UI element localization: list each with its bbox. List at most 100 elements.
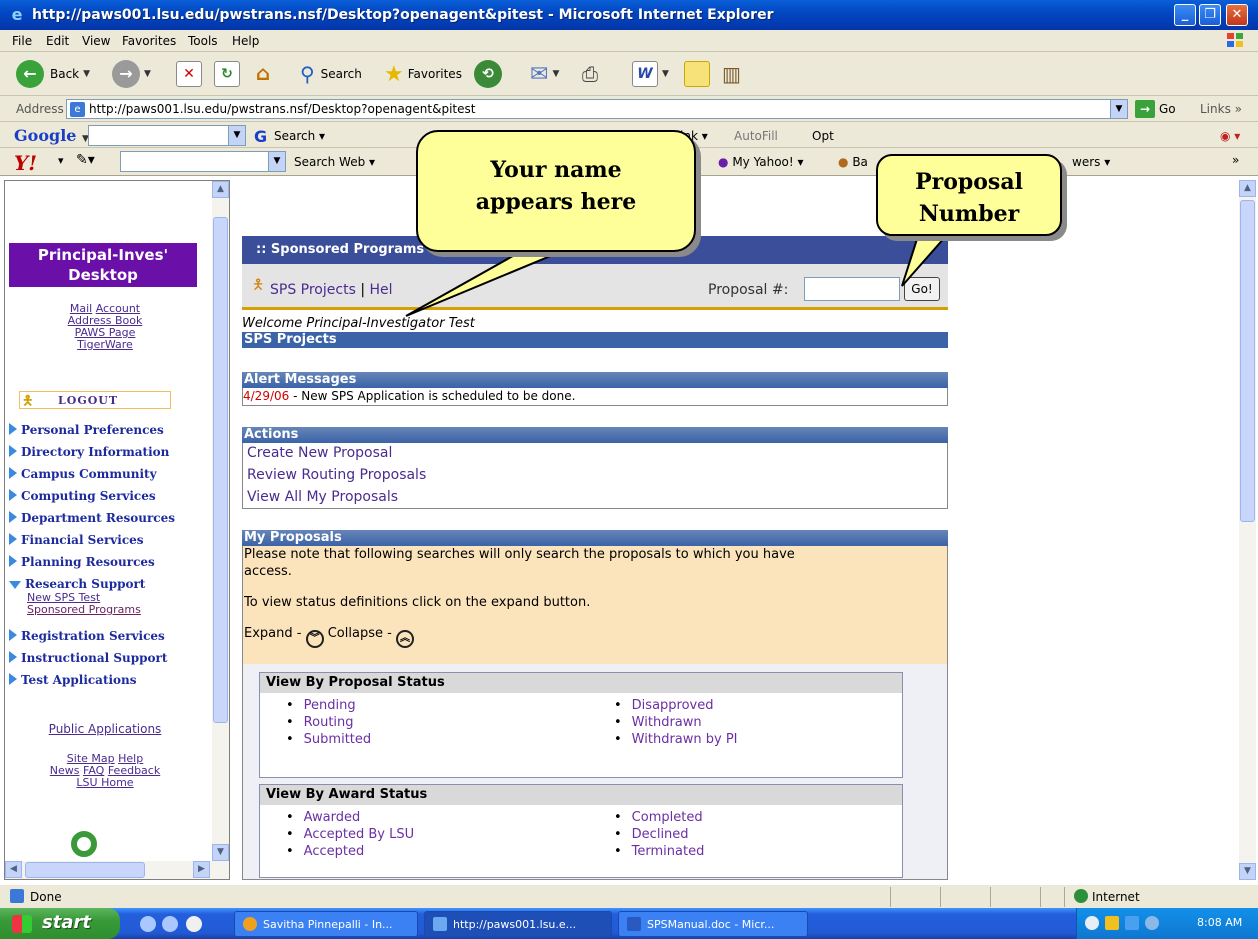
scroll-left-icon[interactable]: ◀	[5, 861, 22, 878]
menu-file[interactable]: File	[12, 34, 32, 48]
menu-edit[interactable]: Edit	[46, 34, 69, 48]
tray-security-icon[interactable]	[1105, 916, 1119, 930]
menu-tools[interactable]: Tools	[188, 34, 218, 48]
favorites-button[interactable]: ★ Favorites	[384, 58, 462, 90]
tigerware-link[interactable]: TigerWare	[77, 338, 133, 351]
terminated-link[interactable]: Terminated	[614, 843, 705, 860]
menu-view[interactable]: View	[82, 34, 110, 48]
print-button[interactable]: ⎙	[582, 58, 598, 90]
view-all-my-proposals-link[interactable]: View All My Proposals	[247, 489, 398, 505]
expand-icon[interactable]: ︾	[305, 630, 324, 648]
history-button[interactable]: ⟲	[474, 58, 502, 90]
nav-planning-resources[interactable]: Planning Resources	[9, 555, 155, 569]
mail-button[interactable]: ✉ ▼	[530, 58, 559, 90]
nav-department-resources[interactable]: Department Resources	[9, 511, 175, 525]
sponsored-programs-link[interactable]: Sponsored Programs	[27, 603, 141, 616]
submitted-link[interactable]: Submitted	[286, 731, 371, 748]
scroll-thumb[interactable]	[213, 217, 228, 723]
task-savitha[interactable]: Savitha Pinnepalli - In...	[234, 911, 418, 937]
search-button[interactable]: ⚲ Search	[300, 58, 362, 90]
home-button[interactable]: ⌂	[250, 58, 276, 90]
collapse-icon[interactable]: ︽	[395, 630, 414, 648]
edit-button[interactable]: W ▼	[632, 58, 669, 90]
tray-arrow-icon[interactable]	[1085, 916, 1099, 930]
news-link[interactable]: News	[50, 764, 80, 777]
chevron-down-icon[interactable]: ▼	[1110, 100, 1127, 118]
menu-help[interactable]: Help	[232, 34, 259, 48]
forward-button[interactable]: → ▼	[112, 58, 151, 90]
stop-button[interactable]: ✕	[176, 58, 202, 90]
my-yahoo-button[interactable]: ● My Yahoo! ▾	[718, 155, 804, 169]
accepted-by-lsu-link[interactable]: Accepted By LSU	[286, 826, 414, 843]
research-button[interactable]: ▥	[722, 58, 741, 90]
lsu-home-link[interactable]: LSU Home	[76, 776, 133, 789]
minimize-button[interactable]: _	[1174, 4, 1196, 26]
ba-button[interactable]: ● Ba	[838, 155, 868, 169]
routing-link[interactable]: Routing	[286, 714, 371, 731]
proposal-number-input[interactable]	[804, 277, 900, 301]
task-spsmanual[interactable]: SPSManual.doc - Micr...	[618, 911, 808, 937]
go-button[interactable]: → Go	[1135, 100, 1176, 118]
withdrawn-by-pi-link[interactable]: Withdrawn by PI	[614, 731, 738, 748]
options-button[interactable]: Opt	[812, 129, 834, 143]
links-button[interactable]: Links »	[1200, 102, 1242, 116]
scroll-thumb[interactable]	[1240, 200, 1255, 522]
menu-favorites[interactable]: Favorites	[122, 34, 176, 48]
review-routing-proposals-link[interactable]: Review Routing Proposals	[247, 467, 426, 483]
withdrawn-link[interactable]: Withdrawn	[614, 714, 738, 731]
chevron-down-icon[interactable]: ▼	[268, 152, 285, 171]
nav-instructional-support[interactable]: Instructional Support	[9, 651, 167, 665]
create-new-proposal-link[interactable]: Create New Proposal	[247, 445, 392, 461]
nav-registration-services[interactable]: Registration Services	[9, 629, 165, 643]
left-vertical-scrollbar[interactable]: ▲ ▼	[212, 181, 229, 861]
close-button[interactable]: ✕	[1226, 4, 1248, 26]
google-logo[interactable]: Google ▼	[14, 126, 89, 145]
scroll-up-icon[interactable]: ▲	[1239, 180, 1256, 197]
autofill-button[interactable]: AutoFill	[734, 129, 778, 143]
maximize-button[interactable]: ❐	[1199, 4, 1221, 26]
pencil-icon[interactable]: ✎▾	[76, 152, 95, 168]
completed-link[interactable]: Completed	[614, 809, 704, 826]
chevron-down-icon[interactable]: ▾	[58, 154, 64, 167]
scroll-up-icon[interactable]: ▲	[212, 181, 229, 198]
notes-button[interactable]	[684, 58, 710, 90]
quicklaunch-media-icon[interactable]	[186, 916, 202, 932]
task-paws[interactable]: http://paws001.lsu.e...	[424, 911, 612, 937]
scroll-right-icon[interactable]: ▶	[193, 861, 210, 878]
search-web-button[interactable]: Search Web ▾	[294, 155, 375, 169]
back-button[interactable]: ← Back ▼	[16, 58, 90, 90]
quicklaunch-ie-icon[interactable]	[140, 916, 156, 932]
scroll-down-icon[interactable]: ▼	[1239, 863, 1256, 880]
scroll-thumb[interactable]	[25, 862, 145, 878]
disapproved-link[interactable]: Disapproved	[614, 697, 738, 714]
nav-personal-preferences[interactable]: Personal Preferences	[9, 423, 164, 437]
nav-computing-services[interactable]: Computing Services	[9, 489, 156, 503]
nav-directory-information[interactable]: Directory Information	[9, 445, 169, 459]
public-applications-link[interactable]: Public Applications	[49, 722, 162, 736]
nav-campus-community[interactable]: Campus Community	[9, 467, 157, 481]
logout-button[interactable]: 🯅 LOGOUT	[19, 391, 171, 409]
accepted-link[interactable]: Accepted	[286, 843, 414, 860]
yahoo-logo[interactable]: Y!	[14, 151, 37, 175]
start-button[interactable]: start	[0, 908, 120, 939]
tray-network-icon[interactable]	[1125, 916, 1139, 930]
nav-test-applications[interactable]: Test Applications	[9, 673, 137, 687]
answers-button[interactable]: wers ▾	[1072, 155, 1110, 169]
pending-link[interactable]: Pending	[286, 697, 371, 714]
sps-projects-link[interactable]: SPS Projects	[270, 282, 356, 298]
chevron-down-icon[interactable]: ▼	[228, 126, 245, 145]
tray-messenger-icon[interactable]	[1145, 916, 1159, 930]
yahoo-search-input[interactable]: ▼	[120, 151, 286, 172]
address-input[interactable]: e http://paws001.lsu.edu/pwstrans.nsf/De…	[66, 99, 1128, 119]
google-search-input[interactable]: ▼	[88, 125, 246, 146]
refresh-button[interactable]: ↻	[214, 58, 240, 90]
quicklaunch-ie2-icon[interactable]	[162, 916, 178, 932]
declined-link[interactable]: Declined	[614, 826, 704, 843]
translate-icon[interactable]: ◉ ▾	[1220, 129, 1240, 143]
nav-financial-services[interactable]: Financial Services	[9, 533, 144, 547]
awarded-link[interactable]: Awarded	[286, 809, 414, 826]
more-chevron-icon[interactable]: »	[1232, 153, 1239, 167]
nav-research-support[interactable]: Research Support	[9, 577, 145, 591]
go-button[interactable]: Go!	[904, 277, 940, 301]
google-search-button[interactable]: Search ▾	[274, 129, 325, 143]
